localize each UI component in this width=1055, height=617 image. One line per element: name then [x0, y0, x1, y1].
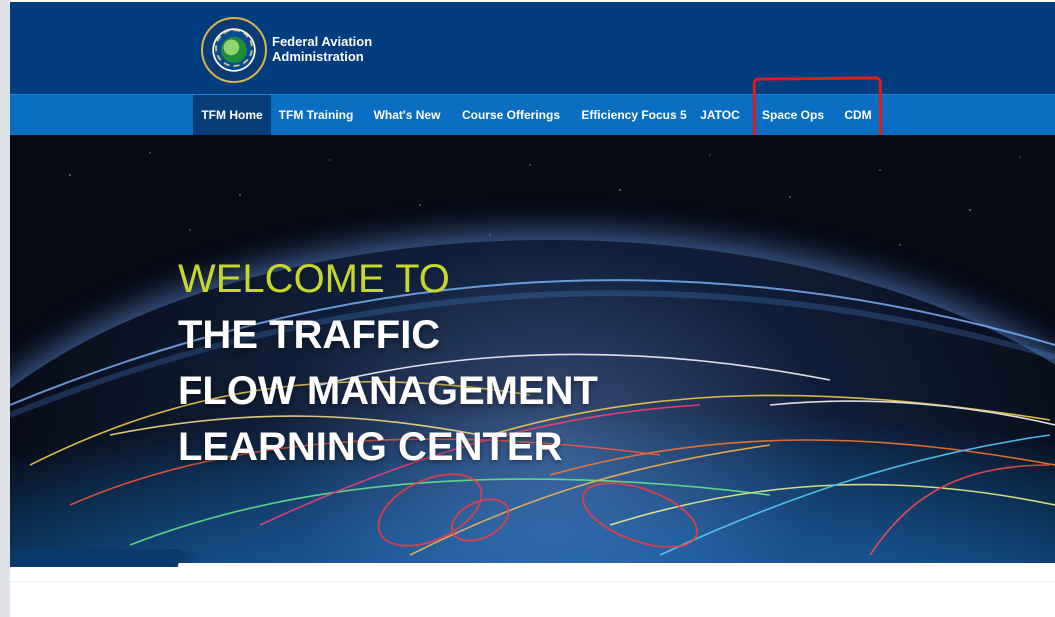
nav-item-jatoc[interactable]: JATOC: [698, 95, 742, 135]
hero-headline: THE TRAFFIC FLOW MANAGEMENT LEARNING CEN…: [178, 307, 598, 475]
agency-name[interactable]: Federal Aviation Administration: [272, 34, 372, 64]
annotation-highlight-box: [752, 76, 883, 144]
nav-item-course-offerings[interactable]: Course Offerings: [455, 95, 567, 135]
main-navigation: TFM Home TFM Training What's New Course …: [10, 94, 1055, 135]
nav-item-whats-new[interactable]: What's New: [369, 95, 445, 135]
nav-item-efficiency-focus-5[interactable]: Efficiency Focus 5: [574, 95, 694, 135]
hero-headline-line3: LEARNING CENTER: [178, 425, 563, 469]
hero-welcome-text: WELCOME TO: [178, 257, 450, 301]
site-header: Federal Aviation Administration: [10, 2, 1055, 94]
hero-banner: WELCOME TO THE TRAFFIC FLOW MANAGEMENT L…: [10, 135, 1055, 563]
nav-item-tfm-training[interactable]: TFM Training: [274, 95, 358, 135]
hero-headline-line2: FLOW MANAGEMENT: [178, 369, 598, 413]
hero-headline-line1: THE TRAFFIC: [178, 313, 441, 357]
agency-name-line1: Federal Aviation: [272, 34, 373, 49]
faa-seal-icon[interactable]: [201, 17, 267, 83]
nav-item-tfm-home[interactable]: TFM Home: [193, 95, 271, 135]
content-area-top: [10, 549, 1055, 617]
agency-name-line2: Administration: [272, 49, 364, 64]
